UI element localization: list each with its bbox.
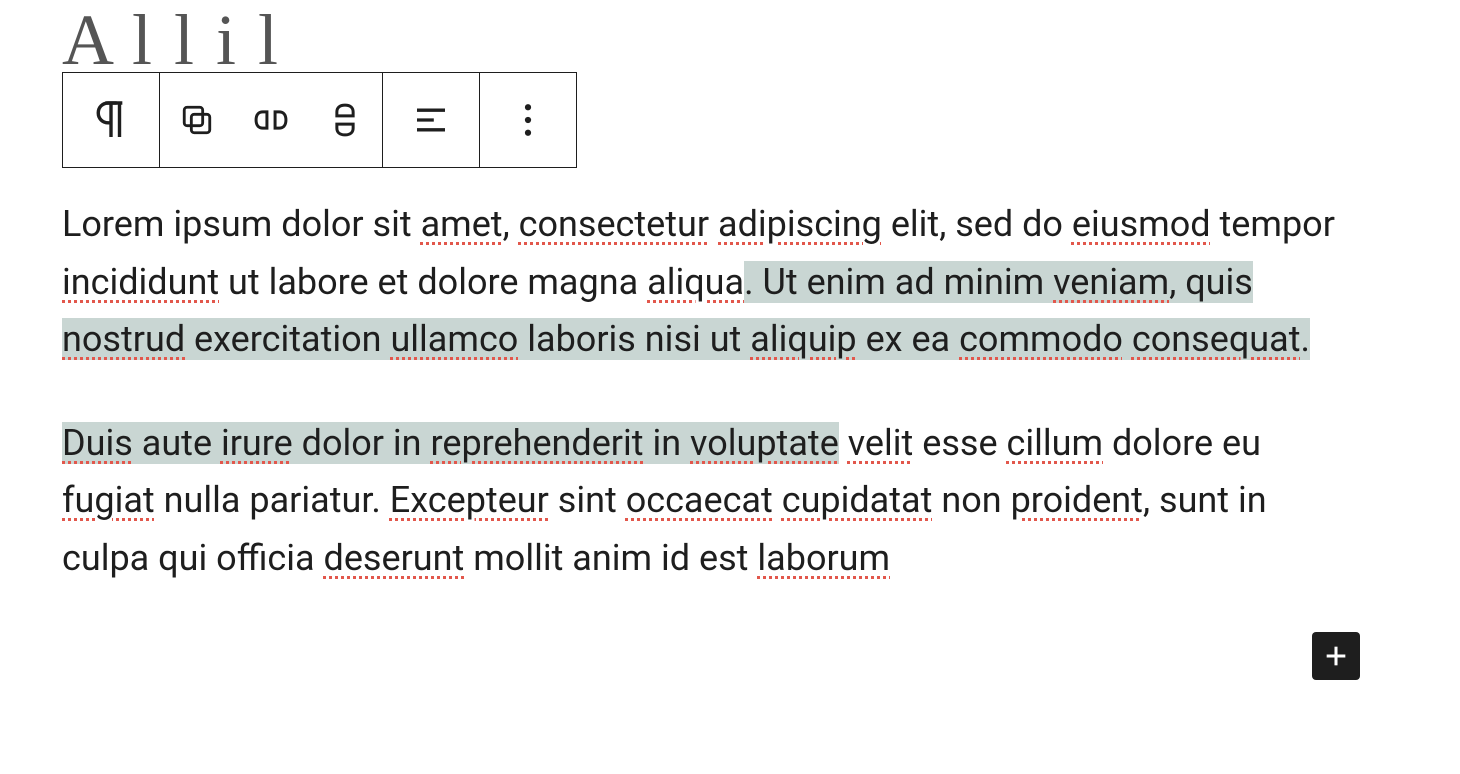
text-run: dolore eu — [1103, 422, 1261, 464]
spell-error: amet — [421, 203, 503, 245]
block-toolbar — [62, 72, 577, 168]
text-run: . Ut enim ad minim — [744, 261, 1053, 303]
spell-error: irure — [221, 422, 293, 464]
spell-error: deserunt — [324, 537, 465, 579]
text-run: aute — [133, 422, 221, 464]
group-icon — [180, 103, 214, 137]
spell-error: commodo — [959, 318, 1123, 360]
paragraph-icon — [94, 100, 128, 140]
text-run: nulla pariatur. — [155, 479, 390, 521]
text-run: , quis — [1169, 261, 1253, 303]
more-vertical-icon — [523, 103, 533, 137]
text-run: . — [1300, 318, 1310, 360]
spell-error: proident — [1011, 479, 1143, 521]
spell-error: aliqua — [647, 261, 744, 303]
spell-error: adipiscing — [718, 203, 882, 245]
block-type-button[interactable] — [63, 73, 159, 167]
stack-icon — [331, 101, 359, 139]
editor-content[interactable]: Lorem ipsum dolor sit amet, consectetur … — [62, 196, 1362, 634]
spell-error: voluptate — [690, 422, 839, 464]
toolbar-group-block-type — [63, 73, 160, 167]
text-run — [773, 479, 782, 521]
text-run: dolor in — [293, 422, 431, 464]
text-run — [839, 422, 848, 464]
spell-error: consectetur — [519, 203, 709, 245]
row-button[interactable] — [234, 73, 308, 167]
spell-error: Excepteur — [390, 479, 549, 521]
spell-error: veniam — [1053, 261, 1169, 303]
spell-error: cupidatat — [782, 479, 933, 521]
spell-error: fugiat — [62, 479, 155, 521]
row-icon — [252, 106, 290, 134]
stack-button[interactable] — [308, 73, 382, 167]
text-run: esse — [913, 422, 1006, 464]
spell-error: laborum — [757, 537, 890, 579]
text-run: Lorem ipsum dolor sit — [62, 203, 421, 245]
spell-error: consequat — [1132, 318, 1301, 360]
toolbar-group-align — [383, 73, 480, 167]
text-run: ex ea — [857, 318, 959, 360]
text-run: non — [932, 479, 1010, 521]
post-title-peek: A l l i l — [62, 4, 280, 72]
text-run: elit, sed do — [882, 203, 1072, 245]
text-run: in — [644, 422, 691, 464]
toolbar-group-transform — [160, 73, 383, 167]
text-run: sint — [549, 479, 626, 521]
spell-error: nostrud — [62, 318, 185, 360]
spell-error: velit — [848, 422, 914, 464]
paragraph-block-1[interactable]: Lorem ipsum dolor sit amet, consectetur … — [62, 196, 1362, 369]
text-run — [709, 203, 718, 245]
text-run: ut labore et dolore magna — [219, 261, 647, 303]
text-run — [1123, 318, 1132, 360]
text-run: , — [503, 203, 519, 245]
spell-error: aliquip — [750, 318, 856, 360]
more-options-button[interactable] — [480, 73, 576, 167]
paragraph-block-2[interactable]: Duis aute irure dolor in reprehenderit i… — [62, 415, 1362, 588]
spell-error: incididunt — [62, 261, 219, 303]
text-run: laboris nisi ut — [518, 318, 750, 360]
spell-error: ullamco — [390, 318, 518, 360]
selection: Duis aute irure dolor in reprehenderit i… — [62, 422, 839, 464]
spell-error: occaecat — [626, 479, 773, 521]
add-block-button[interactable] — [1312, 632, 1360, 680]
plus-icon — [1322, 642, 1350, 670]
align-left-icon — [414, 106, 448, 134]
spell-error: cillum — [1007, 422, 1104, 464]
spell-error: Duis — [62, 422, 133, 464]
spell-error: eiusmod — [1072, 203, 1211, 245]
text-run: tempor — [1211, 203, 1335, 245]
toolbar-group-more — [480, 73, 576, 167]
group-button[interactable] — [160, 73, 234, 167]
text-run: exercitation — [185, 318, 390, 360]
align-button[interactable] — [383, 73, 479, 167]
text-run: mollit anim id est — [464, 537, 757, 579]
spell-error: reprehenderit — [430, 422, 643, 464]
